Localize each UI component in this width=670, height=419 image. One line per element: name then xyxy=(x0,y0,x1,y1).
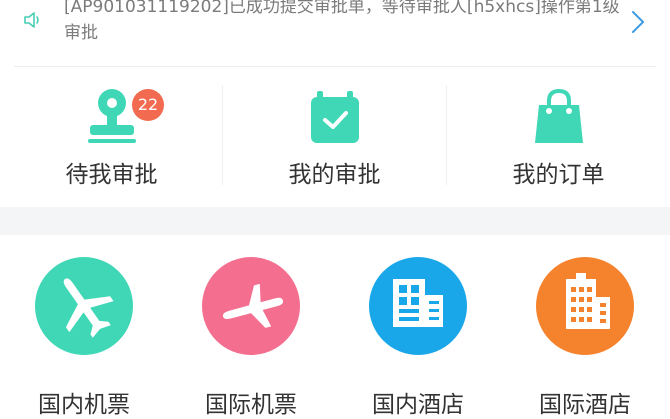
international-flight-circle xyxy=(202,257,300,355)
international-flight-label: 国际机票 xyxy=(205,392,297,418)
domestic-hotel-circle xyxy=(369,257,467,355)
notice-bar[interactable]: [AP901031119202]已成功提交审批单，等待审批人[h5xhcs]操作… xyxy=(0,0,670,67)
international-hotel-label: 国际酒店 xyxy=(539,392,631,418)
domestic-flight-button[interactable]: 国内机票 xyxy=(14,257,154,418)
international-flight-button[interactable]: 国际机票 xyxy=(181,257,321,418)
airplane-icon xyxy=(222,283,284,328)
airplane-icon xyxy=(63,278,114,338)
my-approval-button[interactable]: 我的审批 xyxy=(223,67,446,207)
speaker-icon xyxy=(24,12,39,28)
shopping-bag-icon xyxy=(534,88,583,143)
domestic-hotel-label: 国内酒店 xyxy=(372,392,464,418)
chevron-right-icon[interactable] xyxy=(628,8,648,36)
notice-text: [AP901031119202]已成功提交审批单，等待审批人[h5xhcs]操作… xyxy=(64,0,620,43)
pending-approval-label: 待我审批 xyxy=(65,162,158,188)
pending-approval-button[interactable]: 22 待我审批 xyxy=(0,67,223,207)
hotel-building-icon xyxy=(566,273,610,329)
pending-count-badge: 22 xyxy=(132,89,164,121)
approval-stamp-icon xyxy=(87,89,136,143)
my-orders-label: 我的订单 xyxy=(512,162,605,188)
my-orders-button[interactable]: 我的订单 xyxy=(447,67,670,207)
service-grid: 国内机票 国际机票 国内酒店 国际酒店 xyxy=(0,235,670,418)
international-hotel-button[interactable]: 国际酒店 xyxy=(515,257,655,418)
calendar-check-icon xyxy=(310,91,359,143)
domestic-flight-label: 国内机票 xyxy=(38,392,130,418)
hotel-building-icon xyxy=(393,279,443,327)
domestic-flight-circle xyxy=(35,257,133,355)
domestic-hotel-button[interactable]: 国内酒店 xyxy=(348,257,488,418)
international-hotel-circle xyxy=(536,257,634,355)
section-gap xyxy=(0,207,670,235)
my-approval-label: 我的审批 xyxy=(288,162,381,188)
approval-shortcuts: 22 待我审批 我的审批 我的订单 xyxy=(0,67,670,207)
